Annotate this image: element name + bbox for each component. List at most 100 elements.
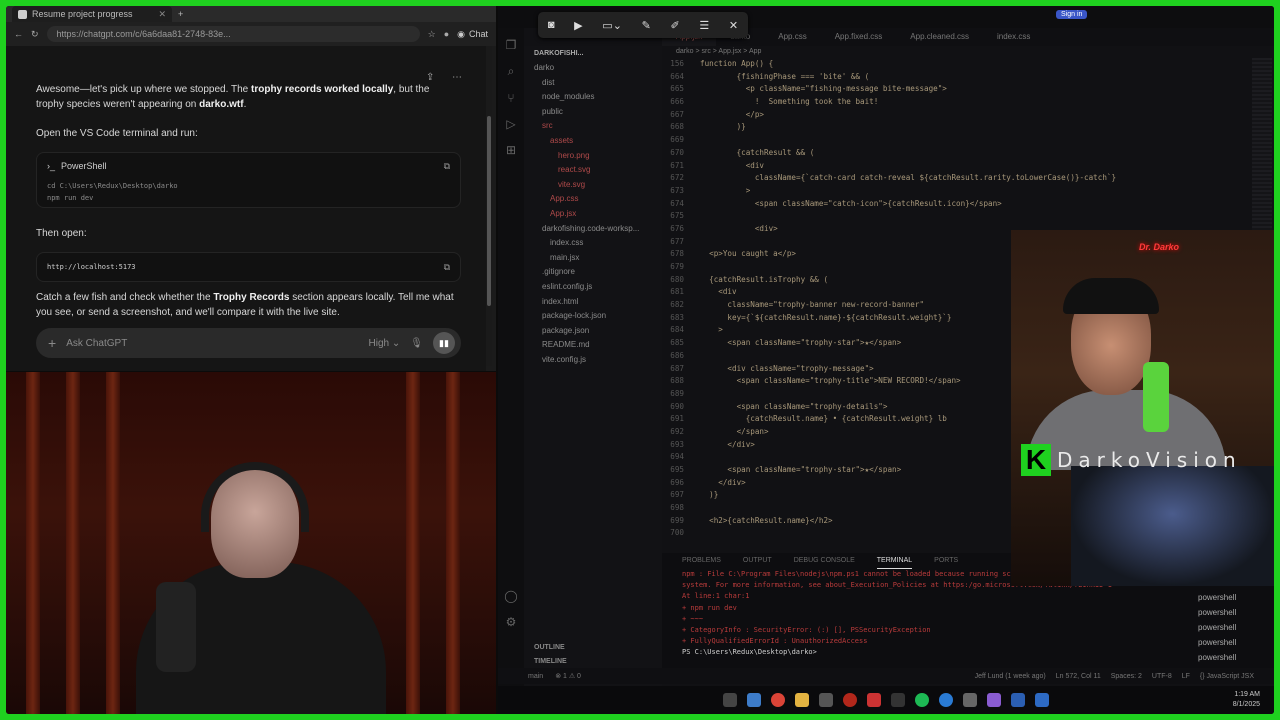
tree-item[interactable]: eslint.config.js (524, 280, 662, 295)
tree-item[interactable]: dist (524, 76, 662, 91)
tree-item[interactable]: package-lock.json (524, 309, 662, 324)
url-field[interactable]: https://chatgpt.com/c/6a6daa81-2748-83e.… (46, 26, 420, 42)
code-line[interactable]: 664 {fishingPhase === 'bite' && ( (662, 71, 1274, 84)
tree-item[interactable]: assets (524, 134, 662, 149)
terminal-instance[interactable]: powershell (1198, 605, 1236, 620)
outline-section[interactable]: OUTLINE (534, 644, 565, 651)
code-line[interactable]: 666 ! Something took the bait! (662, 96, 1274, 109)
terminal-instance[interactable]: powershell (1198, 620, 1236, 635)
code-line[interactable]: 669 (662, 134, 1274, 147)
code-line[interactable]: 671 <div (662, 160, 1274, 173)
new-tab-icon[interactable]: + (178, 9, 183, 19)
terminal-instance[interactable]: powershell (1198, 635, 1236, 650)
panel-tab[interactable]: OUTPUT (743, 553, 772, 569)
tree-item[interactable]: vite.config.js (524, 353, 662, 368)
spotify-icon[interactable] (915, 693, 929, 707)
search-icon[interactable]: ⌕ (508, 64, 515, 79)
voice-mode-button[interactable]: ▮▮ (433, 332, 455, 354)
chat-scrollbar[interactable] (486, 46, 492, 366)
panel-tab[interactable]: PORTS (934, 553, 958, 569)
sign-in-button[interactable]: Sign in (1056, 10, 1088, 19)
status-item[interactable]: Ln 572, Col 11 (1056, 673, 1101, 680)
panel-tab[interactable]: TERMINAL (876, 553, 913, 569)
status-item[interactable]: LF (1182, 673, 1190, 680)
rectangle-mode-icon[interactable]: ▭⌄ (602, 19, 622, 32)
close-tab-icon[interactable]: ✕ (158, 9, 166, 20)
close-icon[interactable]: ✕ (729, 19, 738, 32)
code-line[interactable]: 673 > (662, 185, 1274, 198)
chat-input-bar[interactable]: + Ask ChatGPT High ⌄ 🎙 ▮▮ (36, 328, 461, 358)
pen-icon[interactable]: ✐ (670, 19, 679, 32)
vscode-taskbar-icon[interactable] (1035, 693, 1049, 707)
profile-avatar[interactable]: ● (444, 29, 449, 39)
editor-tab[interactable]: index.css (983, 28, 1044, 46)
status-item[interactable]: UTF-8 (1152, 673, 1172, 680)
editor-tab[interactable]: App.cleaned.css (896, 28, 983, 46)
plus-icon[interactable]: + (48, 335, 56, 351)
system-clock[interactable]: 1:19 AM 8/1/2025 (1233, 690, 1260, 710)
back-icon[interactable]: ← (14, 29, 23, 39)
browser-tab[interactable]: Resume project progress ✕ (12, 6, 172, 22)
code-line[interactable]: 675 (662, 210, 1274, 223)
terminal-instance[interactable]: powershell (1198, 590, 1236, 605)
file-explorer-icon[interactable] (795, 693, 809, 707)
store-icon[interactable] (819, 693, 833, 707)
tree-item[interactable]: package.json (524, 324, 662, 339)
obs-icon[interactable] (963, 693, 977, 707)
video-icon[interactable]: ▶ (574, 19, 582, 32)
microphone-icon[interactable]: 🎙 (410, 336, 423, 351)
tree-item[interactable]: darkofishing.code-worksp... (524, 222, 662, 237)
tree-item[interactable]: hero.png (524, 149, 662, 164)
panel-tab[interactable]: DEBUG CONSOLE (794, 553, 855, 569)
code-line[interactable]: 156 function App() { (662, 58, 1274, 71)
chrome-icon[interactable] (771, 693, 785, 707)
copilot-icon[interactable] (747, 693, 761, 707)
tree-item[interactable]: App.css (524, 192, 662, 207)
terminal-instance[interactable]: powershell (1198, 650, 1236, 665)
status-item[interactable]: Jeff Lund (1 week ago) (975, 673, 1046, 680)
tree-item[interactable]: node_modules (524, 90, 662, 105)
edit-icon[interactable]: ✎ (642, 19, 651, 32)
opera-icon[interactable] (843, 693, 857, 707)
tree-item[interactable]: public (524, 105, 662, 120)
tree-item[interactable]: .gitignore (524, 265, 662, 280)
code-line[interactable]: 665 <p className="fishing-message bite-m… (662, 83, 1274, 96)
code-line[interactable]: 674 <span className="catch-icon">{catchR… (662, 198, 1274, 211)
tree-item[interactable]: src (524, 119, 662, 134)
branch-indicator[interactable]: main (528, 673, 543, 680)
explorer-icon[interactable]: ❐ (506, 38, 517, 52)
status-item[interactable]: {} JavaScript JSX (1200, 673, 1254, 680)
app-icon[interactable] (891, 693, 905, 707)
discord-icon[interactable] (987, 693, 1001, 707)
extensions-icon[interactable]: ⊞ (506, 143, 516, 157)
run-debug-icon[interactable]: ▷ (506, 117, 515, 131)
model-selector[interactable]: High ⌄ (369, 336, 401, 351)
copy-icon[interactable]: ⧉ (444, 261, 450, 276)
app-icon[interactable] (867, 693, 881, 707)
problems-indicator[interactable]: ⊗ 1 ⚠ 0 (555, 672, 581, 680)
gear-icon[interactable]: ⚙ (506, 615, 517, 629)
favorites-icon[interactable]: ☆ (428, 29, 436, 40)
tree-item[interactable]: App.jsx (524, 207, 662, 222)
account-icon[interactable]: ◯ (504, 589, 517, 603)
editor-tab[interactable]: App.css (764, 28, 820, 46)
tree-item[interactable]: README.md (524, 338, 662, 353)
scroll-thumb[interactable] (487, 116, 491, 306)
code-line[interactable]: 667 </p> (662, 109, 1274, 122)
code-line[interactable]: 670 {catchResult && ( (662, 147, 1274, 160)
code-line[interactable]: 668 )} (662, 121, 1274, 134)
reload-icon[interactable]: ↻ (31, 29, 39, 40)
tree-item[interactable]: vite.svg (524, 178, 662, 193)
chat-input[interactable]: Ask ChatGPT (66, 336, 358, 351)
code-line[interactable]: 672 className={`catch-card catch-reveal … (662, 172, 1274, 185)
panel-tab[interactable]: PROBLEMS (682, 553, 721, 569)
status-item[interactable]: Spaces: 2 (1111, 673, 1142, 680)
tree-item[interactable]: index.css (524, 236, 662, 251)
tree-item[interactable]: react.svg (524, 163, 662, 178)
app-icon[interactable] (1011, 693, 1025, 707)
camera-icon[interactable]: ◙ (548, 19, 555, 31)
copilot-chat-button[interactable]: ◉ Chat (457, 29, 488, 40)
timeline-section[interactable]: TIMELINE (534, 658, 567, 665)
start-icon[interactable] (723, 693, 737, 707)
edge-icon[interactable] (939, 693, 953, 707)
